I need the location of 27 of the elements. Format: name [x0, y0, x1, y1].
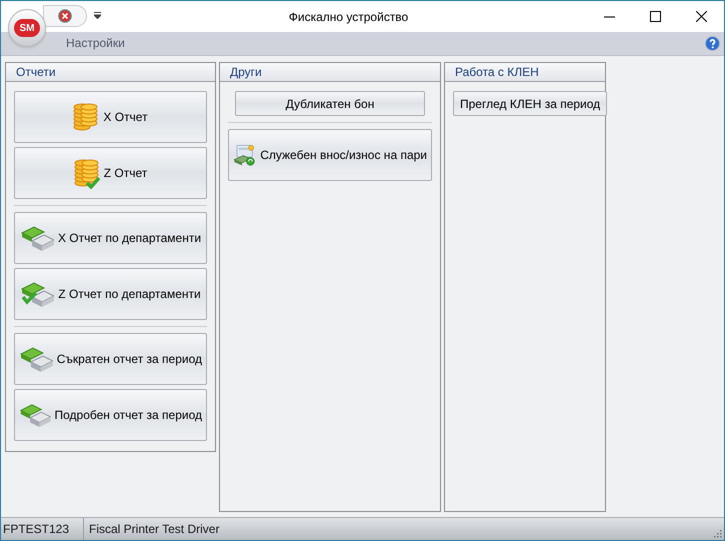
report-button[interactable]: Z Отчет	[14, 147, 207, 199]
help-icon[interactable]	[705, 36, 720, 51]
cash-icon	[19, 345, 53, 373]
maximize-icon[interactable]	[650, 11, 660, 22]
report-button[interactable]: Подробен отчет за период	[14, 389, 207, 441]
report-button[interactable]: Съкратен отчет за период	[14, 333, 207, 385]
report-button[interactable]: X Отчет	[14, 91, 207, 143]
panel-header: Отчети	[6, 63, 215, 82]
cash-check-icon	[20, 280, 54, 308]
report-button[interactable]: Z Отчет по департаменти	[14, 268, 207, 320]
panel-header: Други	[220, 63, 440, 82]
close-icon[interactable]	[696, 11, 706, 22]
window-title: Фискално устройство	[288, 8, 410, 26]
report-button[interactable]: Дубликатен бон	[235, 91, 425, 116]
close-circle-icon[interactable]	[58, 9, 72, 23]
coins-icon	[73, 101, 100, 133]
dropdown-icon[interactable]	[94, 12, 101, 19]
report-button[interactable]: Служебен внос/износ на пари	[228, 129, 432, 181]
resize-grip-icon[interactable]	[712, 528, 722, 538]
report-button[interactable]: X Отчет по департаменти	[14, 212, 207, 264]
status-bar-text: FPTEST123	[1, 518, 84, 540]
cash-icon	[20, 224, 54, 252]
panel-header: Работа с КЛЕН	[445, 63, 605, 82]
ribbon-tab[interactable]: Настройки	[65, 34, 126, 55]
report-button[interactable]: Преглед КЛЕН за период	[453, 91, 608, 116]
coins-check-icon	[74, 157, 100, 189]
status-bar-text: Fiscal Printer Test Driver	[88, 521, 220, 538]
